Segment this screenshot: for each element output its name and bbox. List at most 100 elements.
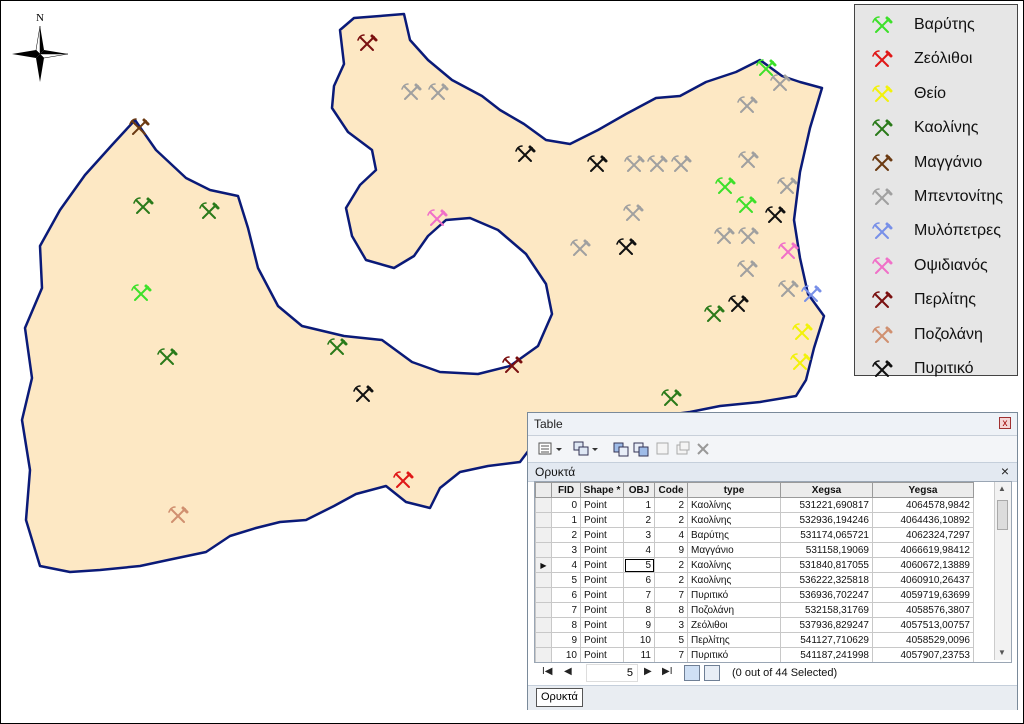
cell-xegsa[interactable]: 537936,829247: [780, 617, 873, 633]
cell-obj[interactable]: 6: [623, 572, 655, 588]
cell-fid[interactable]: 2: [551, 527, 581, 543]
next-record-button[interactable]: ▶: [644, 666, 652, 677]
table-row[interactable]: 1 Point 2 2 Καολίνης 532936,194246 4064436,108…: [535, 512, 974, 528]
cell-type[interactable]: Καολίνης: [687, 497, 781, 513]
show-selected-records-button[interactable]: [704, 665, 720, 681]
cell-code[interactable]: 2: [654, 557, 688, 573]
cell-xegsa[interactable]: 531174,065721: [780, 527, 873, 543]
cell-type[interactable]: Περλίτης: [687, 632, 781, 648]
cell-shape[interactable]: Point: [580, 602, 624, 618]
table-row[interactable]: 7 Point 8 8 Ποζολάνη 532158,31769 4058576,3807: [535, 602, 974, 618]
cell-shape[interactable]: Point: [580, 527, 624, 543]
clear-selection-button[interactable]: [654, 440, 672, 458]
cell-fid[interactable]: 0: [551, 497, 581, 513]
cell-xegsa[interactable]: 531221,690817: [780, 497, 873, 513]
cell-yegsa[interactable]: 4066619,98412: [872, 542, 974, 558]
row-selector[interactable]: [535, 647, 552, 662]
row-selector[interactable]: [535, 587, 552, 603]
close-layer-table-button[interactable]: ×: [1001, 463, 1009, 479]
cell-code[interactable]: 4: [654, 527, 688, 543]
previous-record-button[interactable]: ◀: [564, 666, 572, 677]
column-header-xegsa[interactable]: Xegsa: [780, 482, 873, 498]
cell-shape[interactable]: Point: [580, 512, 624, 528]
cell-obj[interactable]: 4: [623, 542, 655, 558]
current-record-input[interactable]: 5: [586, 664, 638, 682]
cell-xegsa[interactable]: 536222,325818: [780, 572, 873, 588]
cell-obj[interactable]: 11: [623, 647, 655, 662]
cell-type[interactable]: Βαρύτης: [687, 527, 781, 543]
cell-obj[interactable]: 7: [623, 587, 655, 603]
select-by-attributes-button[interactable]: [612, 440, 630, 458]
cell-type[interactable]: Ζεόλιθοι: [687, 617, 781, 633]
cell-type[interactable]: Πυριτικό: [687, 647, 781, 662]
cell-fid[interactable]: 10: [551, 647, 581, 662]
close-window-button[interactable]: x: [999, 417, 1011, 429]
cell-type[interactable]: Ποζολάνη: [687, 602, 781, 618]
vertical-scrollbar[interactable]: ▲ ▼: [994, 482, 1011, 660]
cell-code[interactable]: 2: [654, 497, 688, 513]
cell-yegsa[interactable]: 4057907,23753: [872, 647, 974, 662]
cell-obj[interactable]: 10: [623, 632, 655, 648]
row-selector[interactable]: [535, 572, 552, 588]
cell-code[interactable]: 2: [654, 572, 688, 588]
cell-fid[interactable]: 3: [551, 542, 581, 558]
row-selector[interactable]: [535, 617, 552, 633]
cell-fid[interactable]: 1: [551, 512, 581, 528]
cell-code[interactable]: 7: [654, 587, 688, 603]
cell-xegsa[interactable]: 531840,817055: [780, 557, 873, 573]
column-header-shape[interactable]: Shape *: [580, 482, 624, 498]
cell-code[interactable]: 2: [654, 512, 688, 528]
row-selector[interactable]: [535, 512, 552, 528]
cell-shape[interactable]: Point: [580, 587, 624, 603]
table-row[interactable]: ▶ 4 Point 5 2 Καολίνης 531840,817055 4060672,13…: [535, 557, 974, 573]
cell-shape[interactable]: Point: [580, 497, 624, 513]
cell-obj[interactable]: 9: [623, 617, 655, 633]
table-row[interactable]: 2 Point 3 4 Βαρύτης 531174,065721 4062324,7297: [535, 527, 974, 543]
table-row[interactable]: 3 Point 4 9 Μαγγάνιο 531158,19069 4066619,9841…: [535, 542, 974, 558]
table-title-bar[interactable]: Table x: [528, 413, 1017, 436]
zoom-to-selected-button[interactable]: [674, 440, 692, 458]
cell-yegsa[interactable]: 4064436,10892: [872, 512, 974, 528]
cell-yegsa[interactable]: 4058529,0096: [872, 632, 974, 648]
column-header-code[interactable]: Code: [654, 482, 688, 498]
cell-shape[interactable]: Point: [580, 647, 624, 662]
row-selector[interactable]: [535, 632, 552, 648]
table-row[interactable]: 6 Point 7 7 Πυριτικό 536936,702247 4059719,636…: [535, 587, 974, 603]
cell-obj[interactable]: 3: [623, 527, 655, 543]
cell-fid[interactable]: 8: [551, 617, 581, 633]
cell-xegsa[interactable]: 532158,31769: [780, 602, 873, 618]
cell-yegsa[interactable]: 4060672,13889: [872, 557, 974, 573]
cell-xegsa[interactable]: 532936,194246: [780, 512, 873, 528]
cell-type[interactable]: Καολίνης: [687, 512, 781, 528]
column-header-type[interactable]: type: [687, 482, 781, 498]
attribute-grid[interactable]: FID Shape * OBJ Code type Xegsa Yegsa 0P…: [534, 481, 1012, 663]
cell-fid[interactable]: 5: [551, 572, 581, 588]
column-header-obj[interactable]: OBJ: [623, 482, 655, 498]
cell-code[interactable]: 7: [654, 647, 688, 662]
row-selector[interactable]: [535, 602, 552, 618]
row-selector[interactable]: [535, 542, 552, 558]
cell-yegsa[interactable]: 4057513,00757: [872, 617, 974, 633]
cell-code[interactable]: 9: [654, 542, 688, 558]
table-row[interactable]: 0 Point 1 2 Καολίνης 531221,690817 4064578,984…: [535, 497, 974, 513]
table-row[interactable]: 5 Point 6 2 Καολίνης 536222,325818 4060910,264…: [535, 572, 974, 588]
attribute-table-window[interactable]: Table x Ορυκτά × FID Shape * OBJ Code ty…: [527, 412, 1018, 710]
cell-code[interactable]: 5: [654, 632, 688, 648]
switch-selection-button[interactable]: [632, 440, 650, 458]
cell-obj[interactable]: 8: [623, 602, 655, 618]
cell-shape[interactable]: Point: [580, 542, 624, 558]
cell-xegsa[interactable]: 536936,702247: [780, 587, 873, 603]
cell-shape[interactable]: Point: [580, 557, 624, 573]
cell-yegsa[interactable]: 4058576,3807: [872, 602, 974, 618]
show-all-records-button[interactable]: [684, 665, 700, 681]
column-header-yegsa[interactable]: Yegsa: [872, 482, 974, 498]
cell-code[interactable]: 8: [654, 602, 688, 618]
scroll-down-icon[interactable]: ▼: [998, 648, 1006, 657]
cell-xegsa[interactable]: 541127,710629: [780, 632, 873, 648]
scroll-up-icon[interactable]: ▲: [998, 484, 1006, 493]
table-row[interactable]: 8 Point 9 3 Ζεόλιθοι 537936,829247 4057513,007…: [535, 617, 974, 633]
cell-yegsa[interactable]: 4060910,26437: [872, 572, 974, 588]
cell-yegsa[interactable]: 4062324,7297: [872, 527, 974, 543]
cell-type[interactable]: Καολίνης: [687, 572, 781, 588]
row-selector[interactable]: [535, 527, 552, 543]
